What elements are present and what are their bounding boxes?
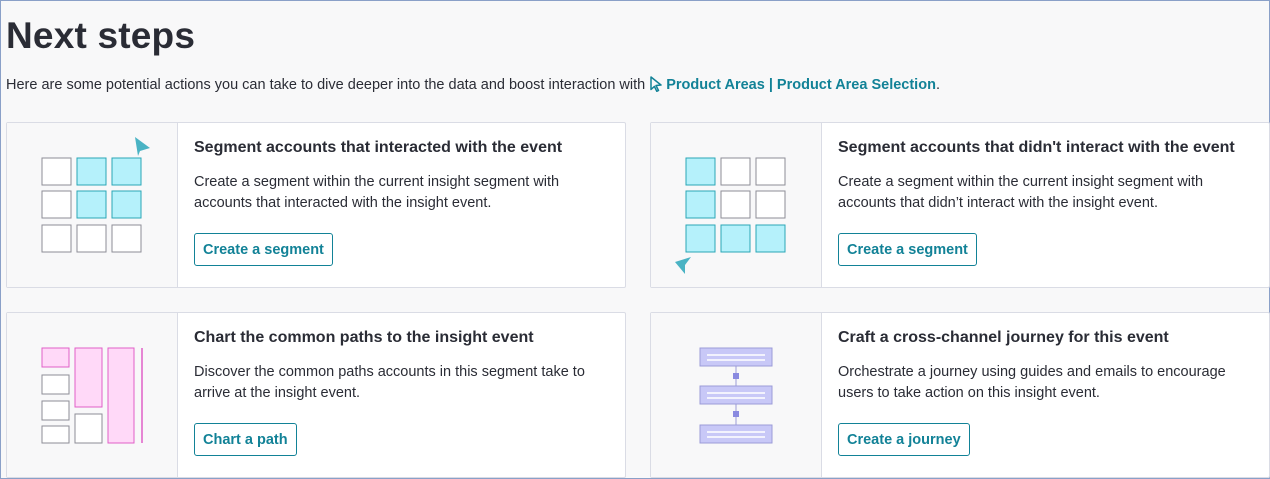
- intro-text-end: .: [935, 77, 940, 93]
- card-description: Discover the common paths accounts in th…: [194, 364, 585, 401]
- card-title: Segment accounts that interacted with th…: [194, 139, 563, 156]
- card-description: Create a segment within the current insi…: [194, 174, 560, 211]
- intro-text-body: Here are some potential actions you can …: [6, 77, 650, 93]
- card-segment-not-interacted: Segment accounts that didn't interact wi…: [650, 122, 1270, 288]
- card-description: Create a segment within the current insi…: [838, 174, 1204, 211]
- create-journey-button[interactable]: Create a journey: [838, 423, 970, 456]
- paths-icon: [7, 313, 178, 477]
- intro-text: Here are some potential actions you can …: [6, 76, 940, 93]
- create-segment-button[interactable]: Create a segment: [838, 233, 977, 266]
- grid-not-interacted-icon: [651, 123, 822, 287]
- card-segment-interacted: Segment accounts that interacted with th…: [6, 122, 626, 288]
- card-cross-channel-journey: Craft a cross-channel journey for this e…: [650, 312, 1270, 478]
- card-title: Chart the common paths to the insight ev…: [194, 329, 534, 346]
- create-segment-button[interactable]: Create a segment: [194, 233, 333, 266]
- card-chart-paths: Chart the common paths to the insight ev…: [6, 312, 626, 478]
- page-title: Next steps: [6, 15, 196, 56]
- cursor-icon: [649, 76, 663, 92]
- product-area-link[interactable]: Product Areas | Product Area Selection: [666, 77, 936, 93]
- next-steps-panel: Next steps Here are some potential actio…: [0, 0, 1270, 479]
- journey-icon: [651, 313, 822, 477]
- grid-interacted-icon: [7, 123, 178, 287]
- card-title: Craft a cross-channel journey for this e…: [838, 329, 1169, 346]
- chart-path-button[interactable]: Chart a path: [194, 423, 297, 456]
- card-description: Orchestrate a journey using guides and e…: [838, 364, 1226, 401]
- card-title: Segment accounts that didn't interact wi…: [838, 139, 1235, 156]
